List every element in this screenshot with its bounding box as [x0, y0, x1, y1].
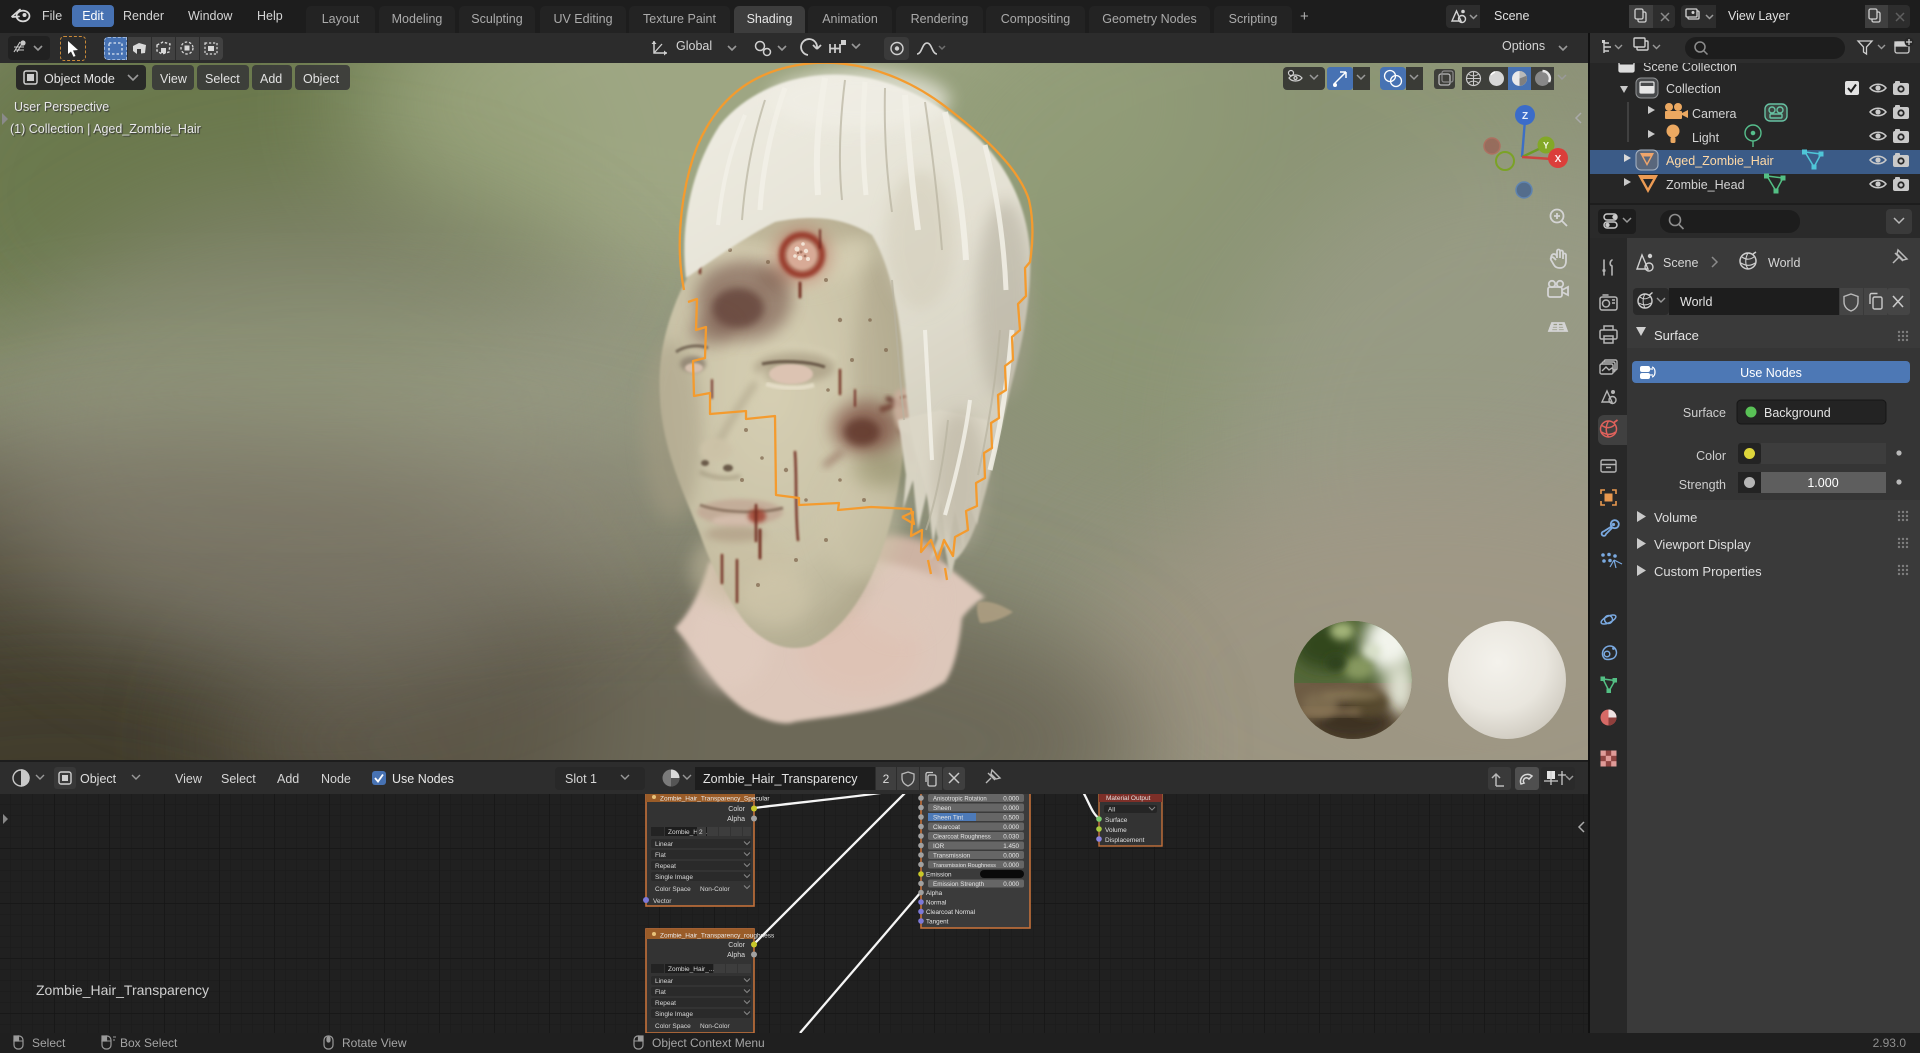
svg-text:Tangent: Tangent	[926, 919, 949, 926]
svg-text:Zombie_Head: Zombie_Head	[1666, 178, 1745, 192]
svg-text:World: World	[1680, 295, 1712, 309]
svg-text:Zombie_Hair_Transparency: Zombie_Hair_Transparency	[36, 982, 209, 998]
svg-text:Single Image: Single Image	[655, 874, 693, 881]
svg-text:Node: Node	[321, 772, 351, 786]
svg-text:0.000: 0.000	[1003, 796, 1019, 803]
svg-text:Alpha: Alpha	[727, 816, 745, 823]
svg-text:Rotate View: Rotate View	[342, 1036, 407, 1050]
svg-text:User Perspective: User Perspective	[14, 100, 109, 114]
svg-text:Collection: Collection	[1666, 82, 1721, 96]
svg-text:0.000: 0.000	[1003, 862, 1019, 869]
svg-text:Zombie_Hair_Transparency_Specu: Zombie_Hair_Transparency_Specular	[660, 796, 770, 803]
svg-text:2: 2	[883, 772, 890, 786]
svg-text:Surface: Surface	[1683, 406, 1726, 420]
svg-text:0.000: 0.000	[1003, 824, 1019, 831]
svg-text:Clearcoat Roughness: Clearcoat Roughness	[933, 835, 991, 841]
svg-text:Object Context Menu: Object Context Menu	[652, 1036, 765, 1050]
svg-text:0.000: 0.000	[1003, 853, 1019, 860]
svg-text:Transmission Roughness: Transmission Roughness	[933, 863, 996, 869]
svg-text:Slot 1: Slot 1	[565, 772, 597, 786]
svg-text:Use Nodes: Use Nodes	[392, 772, 454, 786]
svg-text:Emission: Emission	[926, 872, 952, 879]
svg-text:Object Mode: Object Mode	[44, 72, 115, 86]
svg-text:(1) Collection | Aged_Zombie_H: (1) Collection | Aged_Zombie_Hair	[10, 122, 201, 136]
svg-text:Viewport Display: Viewport Display	[1654, 537, 1751, 552]
svg-text:2.93.0: 2.93.0	[1873, 1036, 1907, 1050]
svg-text:Camera: Camera	[1692, 107, 1737, 121]
svg-text:View: View	[175, 772, 203, 786]
svg-text:Select: Select	[32, 1036, 66, 1050]
svg-text:0.000: 0.000	[1003, 805, 1019, 812]
svg-text:0.500: 0.500	[1003, 815, 1019, 822]
svg-text:IOR: IOR	[933, 843, 945, 850]
svg-text:Sheen: Sheen	[933, 805, 952, 812]
svg-text:Custom Properties: Custom Properties	[1654, 564, 1762, 579]
svg-text:Linear: Linear	[655, 978, 674, 985]
svg-text:World: World	[1768, 256, 1800, 270]
svg-text:Aged_Zombie_Hair: Aged_Zombie_Hair	[1666, 154, 1774, 168]
svg-text:Color Space: Color Space	[655, 1023, 691, 1030]
svg-text:Strength: Strength	[1679, 478, 1726, 492]
svg-text:Zombie_Hair_Transparency_rough: Zombie_Hair_Transparency_roughness	[660, 933, 775, 940]
svg-text:All: All	[1108, 807, 1115, 814]
svg-text:Flat: Flat	[655, 989, 666, 996]
svg-text:Add: Add	[260, 72, 282, 86]
svg-text:Add: Add	[277, 772, 299, 786]
svg-text:Non-Color: Non-Color	[700, 886, 730, 893]
svg-text:Vector: Vector	[653, 898, 672, 905]
svg-text:0.000: 0.000	[1003, 881, 1019, 888]
svg-text:Displacement: Displacement	[1105, 837, 1145, 844]
svg-text:Emission Strength: Emission Strength	[933, 881, 985, 888]
svg-text:Single Image: Single Image	[655, 1011, 693, 1018]
svg-text:Surface: Surface	[1105, 817, 1128, 824]
svg-text:Linear: Linear	[655, 841, 674, 848]
svg-text:Zombie_Hair_...: Zombie_Hair_...	[668, 966, 714, 973]
svg-text:Color: Color	[1696, 449, 1726, 463]
svg-text:Material Output: Material Output	[1106, 795, 1151, 802]
svg-text:1.450: 1.450	[1003, 843, 1019, 850]
svg-text:Y: Y	[1543, 141, 1549, 151]
svg-text:Object: Object	[80, 772, 117, 786]
svg-text:0.030: 0.030	[1003, 834, 1019, 841]
svg-text:Transmission: Transmission	[933, 853, 971, 860]
svg-text:Clearcoat: Clearcoat	[933, 824, 960, 831]
svg-text:Normal: Normal	[926, 900, 946, 907]
svg-text:Surface: Surface	[1654, 328, 1699, 343]
svg-text:Select: Select	[221, 772, 256, 786]
svg-text:Color Space: Color Space	[655, 886, 691, 893]
svg-text:Box Select: Box Select	[120, 1036, 178, 1050]
svg-text:Object: Object	[303, 72, 340, 86]
svg-text:Alpha: Alpha	[727, 952, 745, 959]
svg-text:Light: Light	[1692, 131, 1720, 145]
svg-text:Zombie_Hair_Transparency: Zombie_Hair_Transparency	[703, 772, 858, 786]
svg-text:Anisotropic Rotation: Anisotropic Rotation	[933, 797, 987, 803]
svg-text:Background: Background	[1764, 406, 1831, 420]
svg-text:Alpha: Alpha	[926, 890, 943, 897]
svg-text:2: 2	[699, 829, 703, 836]
svg-text:1.000: 1.000	[1807, 476, 1838, 490]
svg-text:X: X	[1555, 154, 1562, 165]
svg-text:Scene: Scene	[1663, 256, 1698, 270]
svg-text:Repeat: Repeat	[655, 863, 676, 870]
svg-text:View: View	[160, 72, 188, 86]
svg-text:Flat: Flat	[655, 852, 666, 859]
svg-text:Use Nodes: Use Nodes	[1740, 366, 1802, 380]
svg-text:Volume: Volume	[1105, 827, 1127, 834]
svg-text:Z: Z	[1522, 111, 1528, 122]
svg-text:Repeat: Repeat	[655, 1000, 676, 1007]
svg-text:Sheen Tint: Sheen Tint	[933, 815, 963, 822]
svg-text:Volume: Volume	[1654, 510, 1697, 525]
svg-text:Clearcoat Normal: Clearcoat Normal	[926, 909, 975, 916]
svg-text:Color: Color	[728, 942, 745, 949]
svg-text:Color: Color	[728, 806, 745, 813]
svg-text:Select: Select	[205, 72, 240, 86]
svg-text:Non-Color: Non-Color	[700, 1023, 730, 1030]
